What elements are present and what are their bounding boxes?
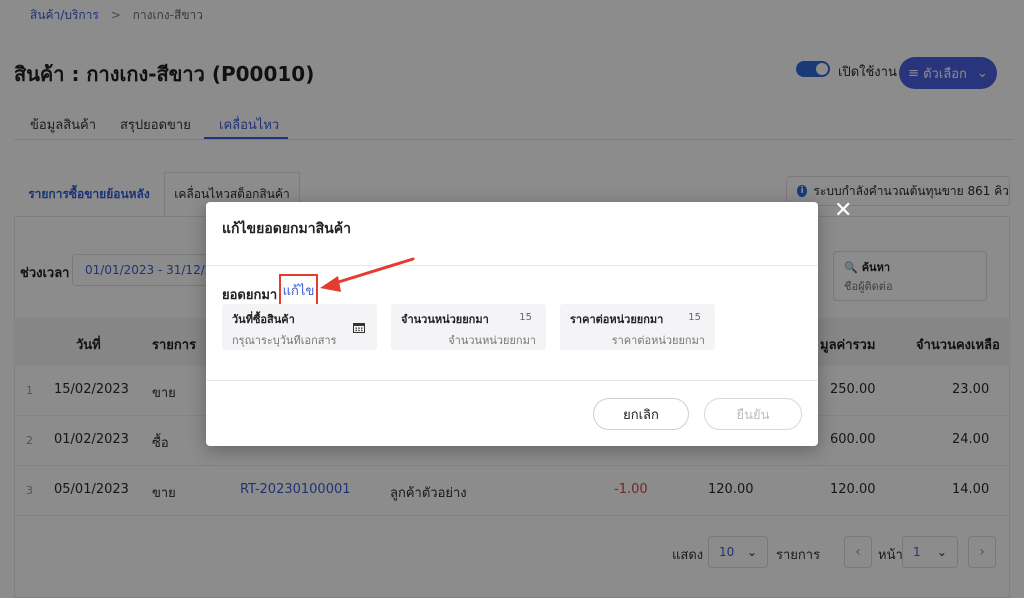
calendar-icon[interactable] [353, 322, 365, 333]
edit-link[interactable]: แก้ไข [279, 274, 318, 306]
opening-unit-price-input[interactable] [570, 334, 705, 347]
edit-opening-balance-modal: แก้ไขยอดยกมาสินค้า ยอดยกมา แก้ไข วันที่ซ… [206, 202, 818, 446]
confirm-button[interactable]: ยืนยัน [704, 398, 802, 430]
purchase-date-input[interactable] [232, 334, 367, 347]
opening-quantity-count: 15 [519, 312, 532, 323]
opening-balance-label: ยอดยกมา [222, 288, 278, 303]
modal-title: แก้ไขยอดยกมาสินค้า [222, 221, 351, 237]
opening-quantity-input[interactable] [401, 334, 536, 347]
modal-footer-divider [206, 380, 818, 381]
opening-unit-price-count: 15 [688, 312, 701, 323]
opening-unit-price-label: ราคาต่อหน่วยยกมา [570, 313, 664, 326]
opening-unit-price-field[interactable]: ราคาต่อหน่วยยกมา 15 [560, 304, 715, 350]
opening-quantity-field[interactable]: จำนวนหน่วยยกมา 15 [391, 304, 546, 350]
purchase-date-field[interactable]: วันที่ซื้อสินค้า [222, 304, 377, 350]
modal-divider [206, 265, 818, 266]
purchase-date-label: วันที่ซื้อสินค้า [232, 313, 295, 326]
opening-quantity-label: จำนวนหน่วยยกมา [401, 313, 489, 326]
cancel-button[interactable]: ยกเลิก [593, 398, 689, 430]
close-icon[interactable]: ✕ [834, 198, 852, 223]
